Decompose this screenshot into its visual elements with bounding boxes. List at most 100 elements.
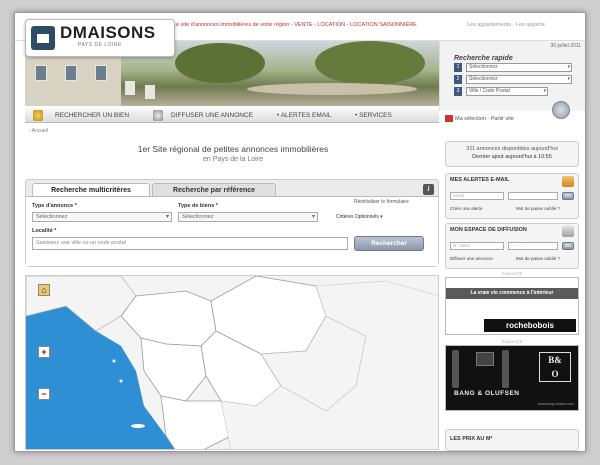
type-bien-label: Type de biens * (178, 203, 218, 209)
roche-ad-slogan: La vraie vie commence à l'intérieur (446, 288, 578, 299)
logo-subtitle: PAYS DE LOIRE (78, 42, 122, 48)
house-icon (31, 26, 55, 50)
department-shape[interactable] (160, 395, 232, 450)
step-badge: 1 (454, 63, 462, 72)
zoom-out-button[interactable]: − (38, 388, 50, 400)
quick-search-row: 3 Ville / Code Postal (454, 87, 572, 96)
heart-icon (445, 115, 453, 122)
zoom-in-button[interactable]: + (38, 346, 50, 358)
listing-count-box: 311 annonces disponibles aujourd'hui Der… (445, 141, 579, 167)
alert-ok-button[interactable]: OK (562, 192, 574, 200)
tab-reference[interactable]: Recherche par référence (152, 183, 276, 196)
prices-title: LES PRIX AU M² (450, 436, 493, 442)
bo-website: www.bang-olufsen.com (537, 402, 574, 406)
nav-alerts[interactable]: • ALERTES EMAIL (277, 112, 332, 119)
logo-title: DMAISONS (60, 23, 156, 42)
banner-chair (145, 85, 155, 99)
site-logo[interactable]: DMAISONS PAYS DE LOIRE (25, 19, 175, 57)
roche-bobois-ad[interactable]: La vraie vie commence à l'intérieur roch… (445, 277, 579, 335)
main-nav: RECHERCHER UN BIEN DIFFUSER UNE ANNONCE … (25, 109, 439, 123)
island-dot (112, 359, 116, 363)
quick-search-row: 2 Sélectionnez (454, 75, 572, 84)
page-headline: 1er Site régional de petites annonces im… (137, 144, 329, 154)
nav-publish[interactable]: DIFFUSER UNE ANNONCE (171, 112, 253, 119)
magnifier-icon (33, 110, 43, 121)
bo-logo-bottom: O (551, 369, 559, 379)
banner-table (247, 83, 417, 95)
island-dot (119, 379, 123, 383)
type-annonce-label: Type d'annonce * (32, 203, 77, 209)
department-shape[interactable] (120, 290, 217, 347)
speaker-icon (452, 350, 459, 388)
optional-criteria-toggle[interactable]: Critères Optionnels ▾ (336, 214, 383, 220)
tab-multicriteria[interactable]: Recherche multicritères (32, 183, 150, 196)
prices-box: LES PRIX AU M² (445, 429, 579, 451)
last-added-text: Dernier ajout aujourd'hui à 10:55 (472, 154, 552, 160)
banner-window (35, 65, 47, 81)
page-subheadline: en Pays de la Loire (203, 156, 263, 163)
quick-type-select[interactable]: Sélectionnez (466, 75, 572, 84)
step-badge: 3 (454, 87, 462, 96)
alert-email-input[interactable]: email (450, 192, 504, 200)
envelope-icon (562, 176, 574, 187)
quick-city-input[interactable]: Ville / Code Postal (466, 87, 548, 96)
search-form-body: Réinitialiser le formulaire Type d'annon… (26, 196, 438, 266)
tv-icon (476, 352, 494, 366)
client-number-input[interactable]: N° client (450, 242, 504, 250)
breadcrumb[interactable]: › Accueil (29, 128, 48, 134)
banner-tree (175, 43, 265, 83)
search-submit-button[interactable]: Rechercher (354, 236, 424, 251)
quick-transaction-select[interactable]: Sélectionnez (466, 63, 572, 72)
space-forgot-password-link[interactable]: Mot de passe oublié ? (516, 256, 560, 261)
localite-label: Localité * (32, 228, 57, 234)
banner-tree (315, 41, 425, 85)
selection-link[interactable]: Ma sélection · Partir vite (455, 116, 514, 122)
bo-brand-text: BANG & OLUFSEN (454, 390, 520, 397)
bang-olufsen-ad[interactable]: B& O BANG & OLUFSEN www.bang-olufsen.com (445, 345, 579, 411)
nav-search[interactable]: RECHERCHER UN BIEN (55, 112, 129, 119)
step-badge: 2 (454, 75, 462, 84)
nav-services[interactable]: • SERVICES (355, 112, 392, 119)
search-form: Recherche multicritères Recherche par ré… (25, 179, 439, 267)
current-date: 30 juillet 2011 (550, 43, 582, 49)
map-home-icon[interactable]: ⌂ (38, 284, 50, 296)
island-shape (131, 424, 145, 428)
localite-input[interactable]: Saisissez une ville ou un code postal (32, 237, 348, 250)
quick-search-title: Recherche rapide (454, 55, 513, 62)
region-map[interactable]: ⌂ + − (25, 275, 439, 450)
diffusion-title: MON ESPACE DE DIFFUSION (450, 227, 527, 233)
roche-ad-logo: rochebobois (484, 319, 576, 332)
diffuse-listing-link[interactable]: Diffuser une annonce (450, 256, 493, 261)
type-annonce-select[interactable]: Sélectionnez (32, 212, 172, 222)
banner-window (95, 65, 107, 81)
department-shape[interactable] (140, 337, 207, 402)
banner-chair (125, 81, 135, 95)
ad-separator: PUBLICITÉ (501, 339, 523, 344)
bo-logo: B& O (539, 352, 571, 382)
tagline-right[interactable]: Les appartements · Les apparte (467, 22, 545, 28)
site-tagline: Le site d'annonces immobilières de votre… (173, 22, 417, 28)
create-alert-link[interactable]: Créer une alerte (450, 206, 483, 211)
alert-password-input[interactable]: ········ (508, 192, 558, 200)
listing-count-text: 311 annonces disponibles aujourd'hui (466, 146, 558, 152)
space-ok-button[interactable]: OK (562, 242, 574, 250)
quick-search-panel: 30 juillet 2011 Recherche rapide 1 Sélec… (439, 41, 585, 119)
reset-form-link[interactable]: Réinitialiser le formulaire (354, 199, 409, 205)
forgot-password-link[interactable]: Mot de passe oublié ? (516, 206, 560, 211)
type-bien-select[interactable]: Sélectionnez (178, 212, 318, 222)
info-icon[interactable]: i (423, 184, 434, 195)
departments-map-svg (26, 276, 438, 450)
browser-frame: Le site d'annonces immobilières de votre… (14, 12, 586, 452)
bo-logo-top: B& (548, 355, 562, 365)
banner-window (65, 65, 77, 81)
document-icon (562, 226, 574, 237)
document-icon (153, 110, 163, 121)
diffusion-space-box: MON ESPACE DE DIFFUSION N° client ······… (445, 223, 579, 269)
space-password-input[interactable]: ········ (508, 242, 558, 250)
speaker-icon (502, 350, 509, 388)
quick-search-go-button[interactable] (552, 101, 570, 119)
alerts-title: MES ALERTES E-MAIL (450, 177, 510, 183)
ad-separator: PUBLICITÉ (501, 271, 523, 276)
quick-search-row: 1 Sélectionnez (454, 63, 572, 72)
email-alerts-box: MES ALERTES E-MAIL email ········ OK Cré… (445, 173, 579, 219)
